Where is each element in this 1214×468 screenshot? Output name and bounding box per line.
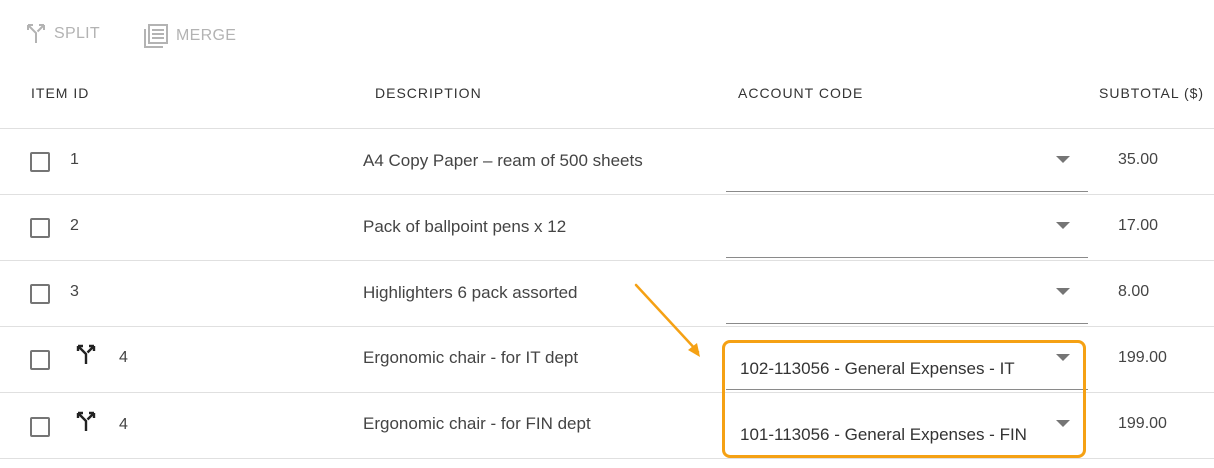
item-subtotal: 17.00 — [1118, 217, 1159, 234]
row-checkbox[interactable] — [30, 218, 50, 238]
table-row: 2 Pack of ballpoint pens x 12 17.00 — [0, 195, 1214, 261]
item-description: Ergonomic chair - for FIN dept — [363, 414, 591, 433]
highlight-box — [722, 340, 1086, 458]
split-label: SPLIT — [54, 25, 100, 42]
row-checkbox[interactable] — [30, 284, 50, 304]
account-code-select[interactable] — [726, 261, 1088, 324]
merge-label: MERGE — [176, 27, 237, 44]
row-checkbox[interactable] — [30, 350, 50, 370]
split-icon[interactable] — [74, 410, 98, 439]
account-code-select[interactable] — [726, 195, 1088, 258]
item-description: Highlighters 6 pack assorted — [363, 283, 578, 302]
item-id: 4 — [119, 416, 128, 433]
item-description: Ergonomic chair - for IT dept — [363, 348, 579, 367]
annotation-arrow — [634, 283, 700, 357]
table-header: ITEM ID DESCRIPTION ACCOUNT CODE SUBTOTA… — [0, 70, 1214, 129]
item-id: 2 — [70, 217, 79, 234]
table-row: 3 Highlighters 6 pack assorted 8.00 — [0, 261, 1214, 327]
toolbar: SPLIT MERGE — [0, 0, 1214, 70]
item-description: Pack of ballpoint pens x 12 — [363, 217, 567, 236]
merge-button[interactable]: MERGE — [142, 22, 236, 50]
account-code-select[interactable] — [726, 129, 1088, 192]
split-icon[interactable] — [74, 343, 98, 372]
item-subtotal: 35.00 — [1118, 151, 1159, 168]
row-checkbox[interactable] — [30, 152, 50, 172]
chevron-down-icon[interactable] — [1056, 288, 1070, 295]
item-id: 4 — [119, 349, 128, 366]
item-id: 3 — [70, 283, 79, 300]
item-id: 1 — [70, 151, 79, 168]
item-subtotal: 199.00 — [1118, 415, 1167, 432]
split-icon — [24, 22, 54, 46]
merge-icon — [142, 22, 176, 50]
chevron-down-icon[interactable] — [1056, 222, 1070, 229]
item-subtotal: 8.00 — [1118, 283, 1150, 300]
column-header-description[interactable]: DESCRIPTION — [375, 85, 482, 101]
split-button[interactable]: SPLIT — [24, 22, 100, 46]
item-subtotal: 199.00 — [1118, 349, 1167, 366]
item-description: A4 Copy Paper – ream of 500 sheets — [363, 151, 643, 170]
column-header-subtotal[interactable]: SUBTOTAL ($) — [1099, 85, 1204, 101]
column-header-account-code[interactable]: ACCOUNT CODE — [738, 85, 863, 101]
column-header-item-id[interactable]: ITEM ID — [31, 85, 89, 101]
row-checkbox[interactable] — [30, 417, 50, 437]
chevron-down-icon[interactable] — [1056, 156, 1070, 163]
table-row: 1 A4 Copy Paper – ream of 500 sheets 35.… — [0, 129, 1214, 195]
